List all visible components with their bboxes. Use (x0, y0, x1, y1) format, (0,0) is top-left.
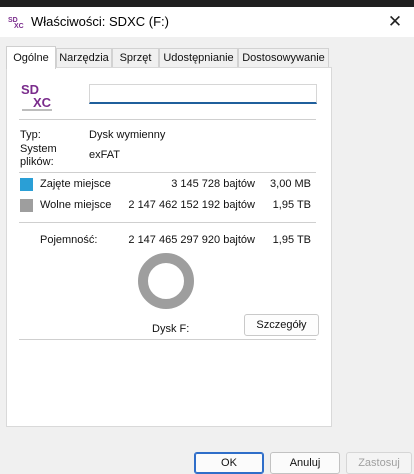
svg-text:XC: XC (33, 95, 52, 110)
tab-customize[interactable]: Dostosowywanie (238, 48, 329, 67)
separator (19, 222, 316, 223)
tab-tools[interactable]: Narzędzia (56, 48, 112, 67)
separator (19, 172, 316, 173)
capacity-bytes: 2 147 465 297 920 bajtów (128, 234, 255, 246)
filesystem-value: exFAT (89, 149, 120, 161)
free-space-color-swatch (20, 199, 33, 212)
window-title: Właściwości: SDXC (F:) (31, 14, 169, 29)
tab-hardware[interactable]: Sprzęt (112, 48, 159, 67)
cancel-button[interactable]: Anuluj (270, 452, 340, 474)
type-label: Typ: (20, 129, 41, 141)
used-space-human: 3,00 MB (270, 178, 311, 190)
drive-name-input[interactable] (89, 84, 317, 104)
general-tab-panel: SD XC Typ: Dysk wymienny System plików: … (6, 67, 332, 427)
usage-donut-chart (138, 253, 194, 309)
type-value: Dysk wymienny (89, 129, 166, 141)
tab-general[interactable]: Ogólne (6, 46, 56, 69)
filesystem-label-line1: System (20, 143, 57, 155)
capacity-human: 1,95 TB (272, 234, 311, 246)
close-icon[interactable]: ✕ (385, 12, 405, 32)
ok-button[interactable]: OK (194, 452, 264, 474)
used-space-bytes: 3 145 728 bajtów (171, 178, 255, 190)
title-bar: SD XC Właściwości: SDXC (F:) ✕ (0, 7, 414, 37)
separator (19, 119, 316, 120)
details-button[interactable]: Szczegóły (244, 314, 319, 336)
separator (19, 339, 316, 340)
filesystem-label-line2: plików: (20, 156, 54, 168)
sd-card-app-icon: SD XC (8, 17, 24, 30)
apply-button[interactable]: Zastosuj (346, 452, 412, 474)
sd-card-drive-icon: SD XC (21, 82, 52, 111)
used-space-color-swatch (20, 178, 33, 191)
dialog-footer: OK Anuluj Zastosuj (0, 444, 414, 474)
used-space-label: Zajęte miejsce (40, 178, 111, 190)
free-space-label: Wolne miejsce (40, 199, 112, 211)
disk-label: Dysk F: (152, 323, 190, 335)
svg-text:XC: XC (14, 23, 24, 30)
top-edge-strip (0, 0, 414, 7)
free-space-bytes: 2 147 462 152 192 bajtów (128, 199, 255, 211)
free-space-human: 1,95 TB (272, 199, 311, 211)
capacity-label: Pojemność: (40, 234, 98, 246)
tab-sharing[interactable]: Udostępnianie (159, 48, 238, 67)
